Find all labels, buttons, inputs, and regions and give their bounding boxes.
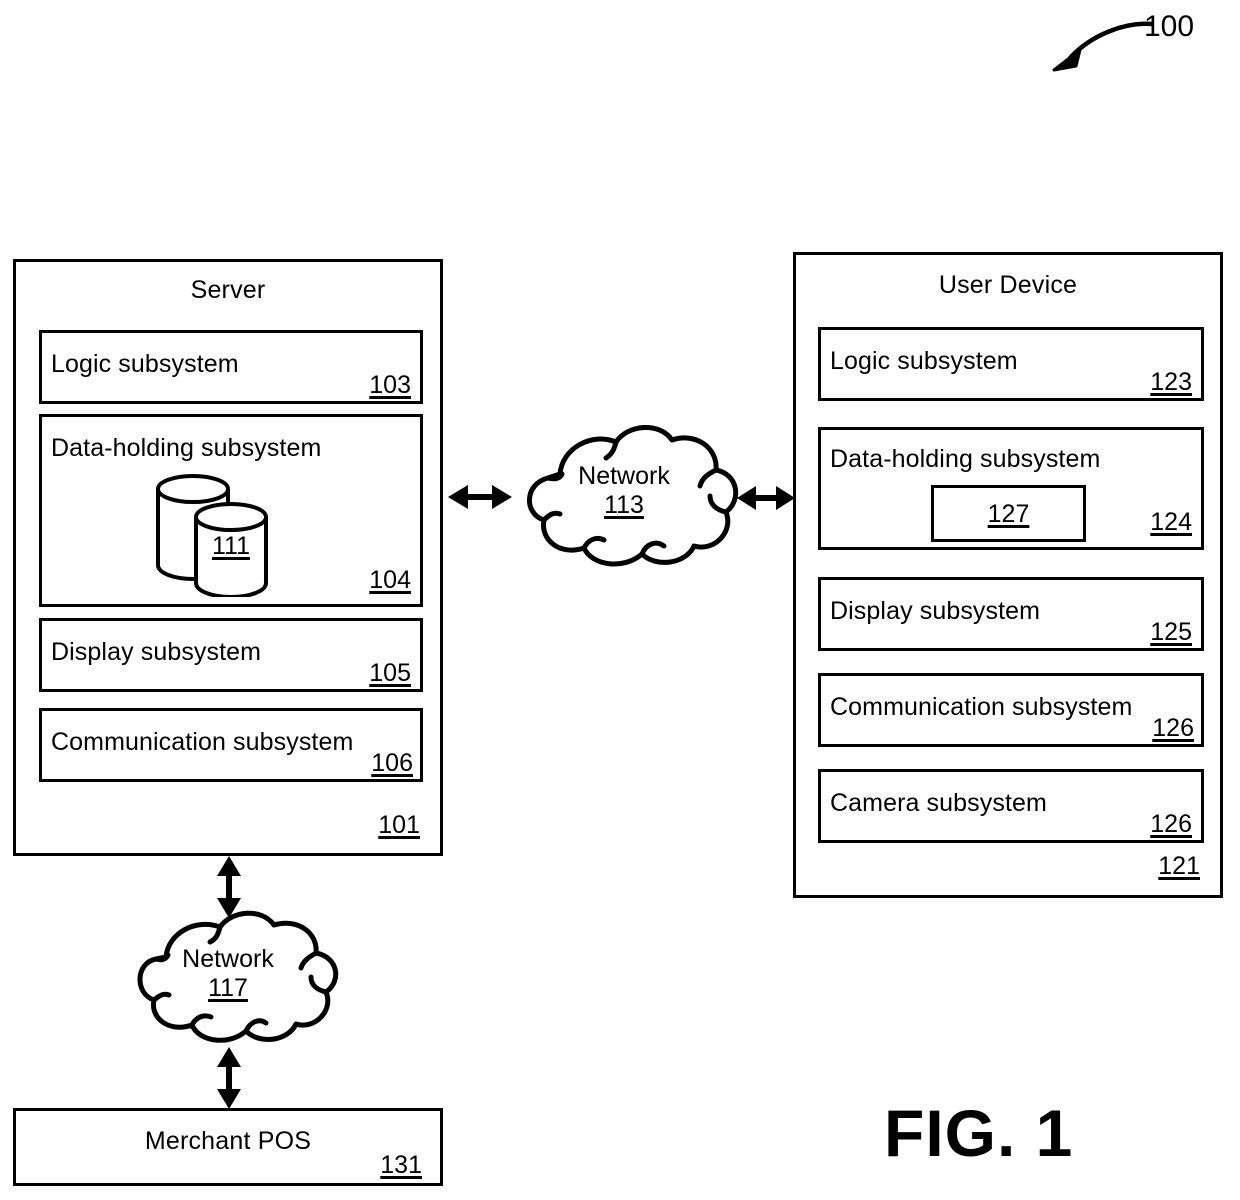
user-device-data-holding-subsystem-label: Data-holding subsystem: [830, 445, 1101, 473]
user-device-display-subsystem: Display subsystem 125: [818, 577, 1204, 651]
system-reference-100: 100: [1144, 10, 1195, 43]
merchant-pos-label: Merchant POS: [144, 1127, 312, 1155]
figure-caption: FIG. 1: [884, 1096, 1074, 1170]
server-data-holding-subsystem-label: Data-holding subsystem: [51, 434, 322, 462]
user-device-display-subsystem-label: Display subsystem: [830, 597, 1041, 625]
server-ref: 101: [378, 811, 420, 839]
user-device-logic-subsystem: Logic subsystem 123: [818, 327, 1204, 401]
user-device-title: User Device: [938, 271, 1078, 299]
network-cloud-117-text: Network 117: [108, 945, 348, 1003]
network-cloud-113-label: Network: [578, 462, 670, 490]
user-device-camera-subsystem: Camera subsystem 126: [818, 769, 1204, 843]
server-logic-subsystem-ref: 103: [369, 371, 411, 399]
user-device-communication-subsystem-ref: 126: [1152, 714, 1194, 742]
user-device-display-subsystem-ref: 125: [1150, 618, 1192, 646]
user-device-communication-subsystem: Communication subsystem 126: [818, 673, 1204, 747]
user-device-logic-subsystem-ref: 123: [1150, 368, 1192, 396]
server-communication-subsystem-ref: 106: [371, 749, 413, 777]
merchant-pos-block: Merchant POS 131: [13, 1108, 443, 1186]
merchant-pos-ref: 131: [380, 1151, 422, 1179]
server-logic-subsystem: Logic subsystem 103: [39, 330, 423, 404]
network-cloud-113-text: Network 113: [500, 462, 748, 520]
server-communication-subsystem: Communication subsystem 106: [39, 708, 423, 782]
server-display-subsystem-ref: 105: [369, 659, 411, 687]
user-device-data-holding-subsystem-ref: 124: [1150, 508, 1192, 536]
user-device-data-store-ref: 127: [987, 500, 1030, 528]
database-cylinder-icon: 111: [152, 472, 292, 600]
curved-leader-arrow-icon: [1052, 21, 1155, 72]
double-headed-arrow-network-merchant-pos: [217, 1047, 241, 1109]
user-device-communication-subsystem-label: Communication subsystem: [830, 693, 1133, 721]
server-communication-subsystem-label: Communication subsystem: [51, 728, 354, 756]
user-device-camera-subsystem-label: Camera subsystem: [830, 789, 1047, 817]
double-headed-arrow-server-network-117: [217, 856, 241, 918]
double-headed-arrow-server-network: [448, 485, 512, 509]
network-cloud-113-ref: 113: [604, 491, 644, 519]
figure-canvas: 100 Server Logic subsystem 103 Data-hold…: [0, 0, 1240, 1200]
user-device-logic-subsystem-label: Logic subsystem: [830, 347, 1018, 375]
server-data-holding-subsystem: Data-holding subsystem 111 104: [39, 414, 423, 607]
server-data-holding-subsystem-ref: 104: [369, 566, 411, 594]
server-title: Server: [190, 276, 266, 304]
user-device-data-holding-subsystem: Data-holding subsystem 127 124: [818, 427, 1204, 550]
user-device-ref: 121: [1158, 852, 1200, 880]
network-cloud-117: Network 117: [108, 905, 348, 1053]
server-database-ref: 111: [211, 532, 250, 560]
server-display-subsystem: Display subsystem 105: [39, 618, 423, 692]
user-device-camera-subsystem-ref: 126: [1150, 810, 1192, 838]
network-cloud-113: Network 113: [500, 418, 748, 578]
server-display-subsystem-label: Display subsystem: [51, 638, 262, 666]
network-cloud-117-label: Network: [182, 945, 274, 973]
server-block: Server Logic subsystem 103 Data-holding …: [13, 259, 443, 856]
network-cloud-117-ref: 117: [208, 974, 248, 1002]
user-device-block: User Device Logic subsystem 123 Data-hol…: [793, 252, 1223, 898]
server-logic-subsystem-label: Logic subsystem: [51, 350, 239, 378]
user-device-data-store: 127: [931, 485, 1086, 542]
double-headed-arrow-network-user-device: [737, 486, 795, 510]
